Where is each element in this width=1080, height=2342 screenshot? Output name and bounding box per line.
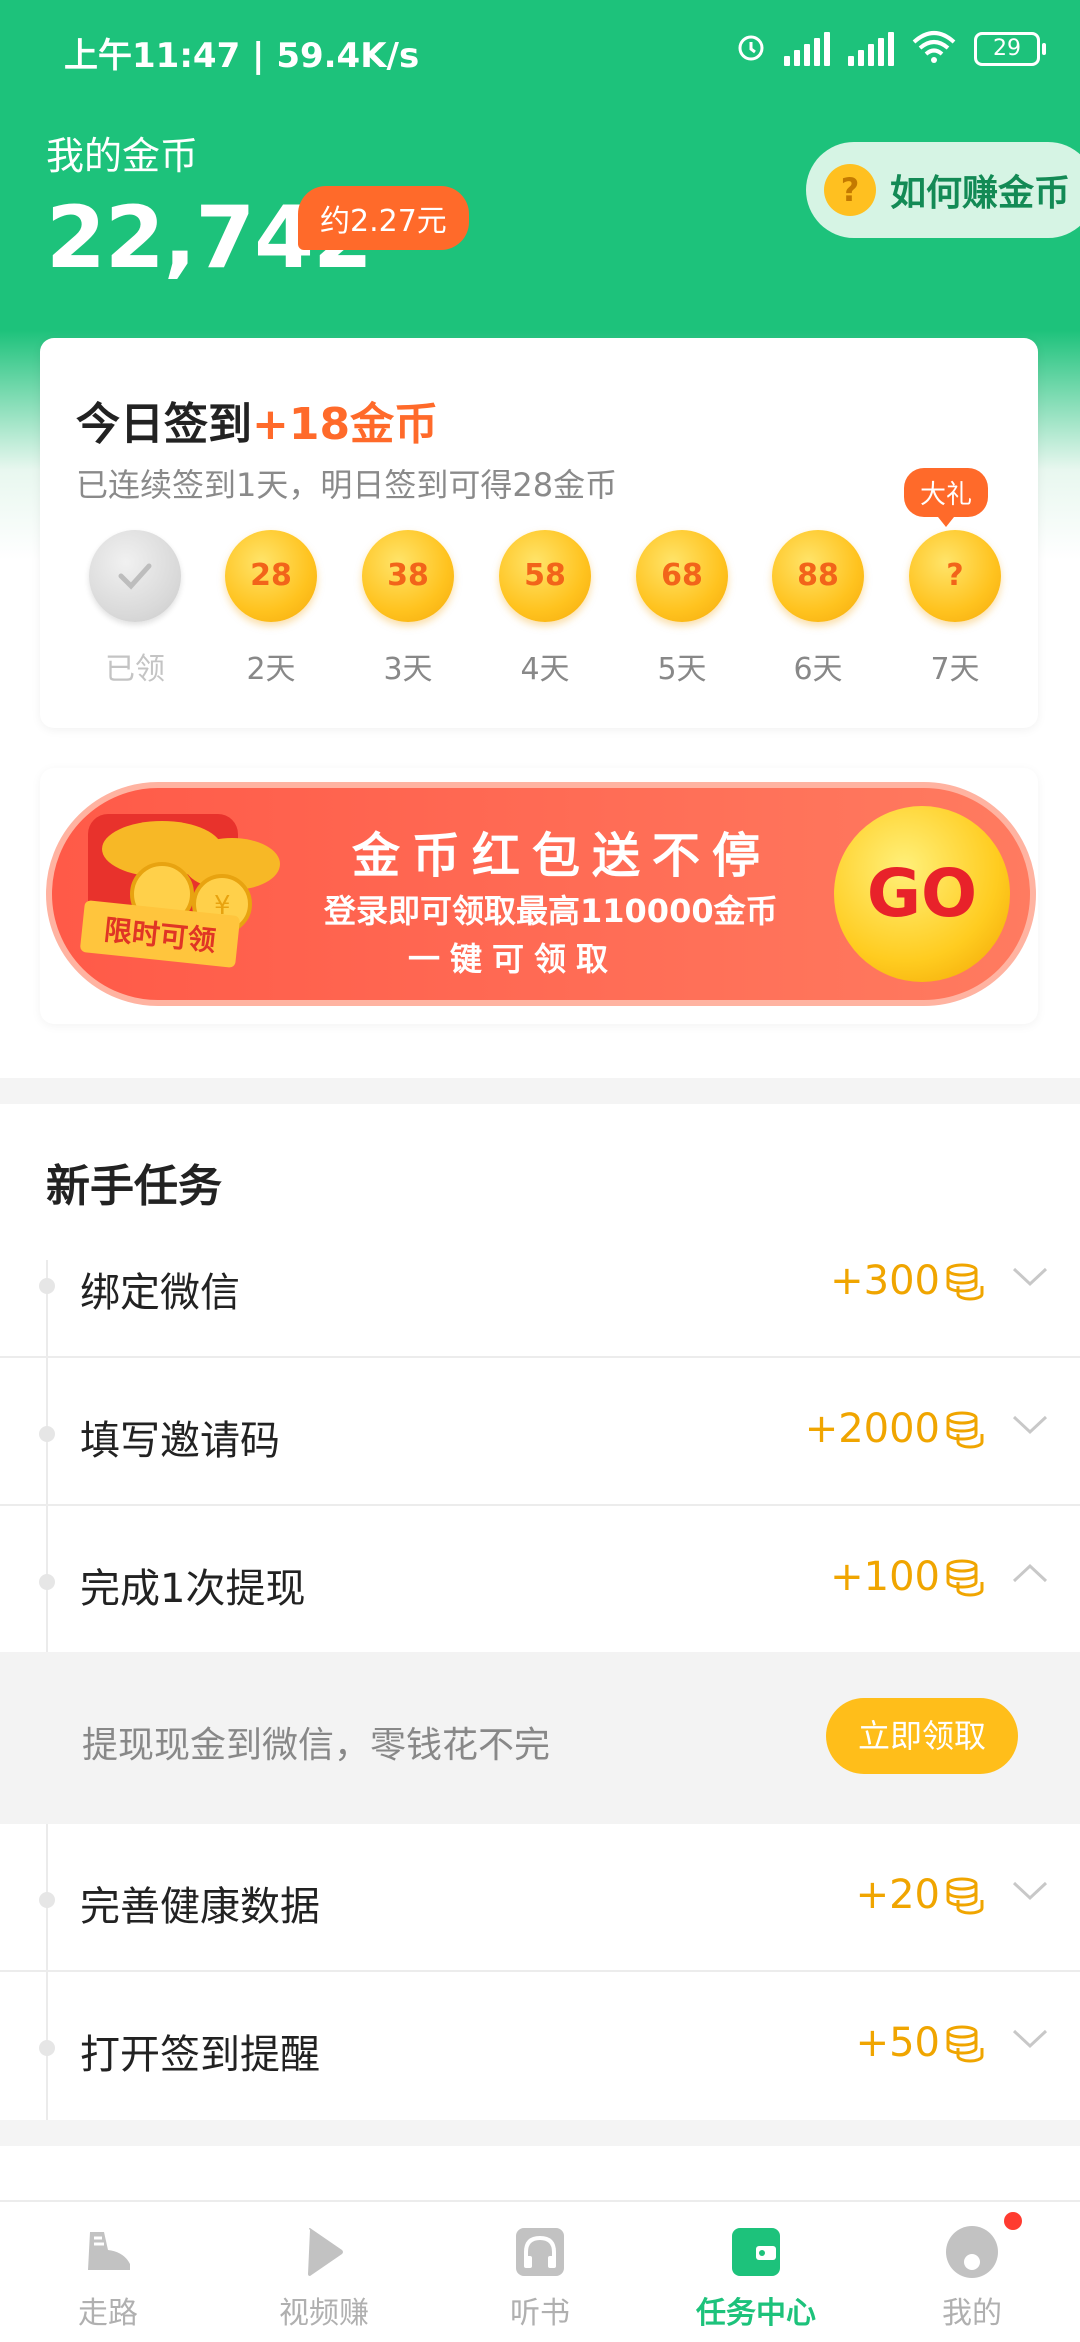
day-label: 4天 (520, 652, 570, 687)
day-coin: ? (909, 530, 1001, 622)
chevron-down-icon[interactable] (1012, 2028, 1048, 2054)
profile-icon (944, 2224, 1000, 2280)
coin-stack-icon (942, 1558, 986, 1602)
day-label: 已领 (105, 652, 165, 687)
signal-hd-icon (848, 32, 894, 66)
banner-title: 金币红包送不停 (352, 828, 773, 884)
tab-label: 视频赚 (279, 2296, 369, 2331)
shoe-icon (80, 2224, 136, 2280)
task-name: 绑定微信 (80, 1270, 240, 1316)
signin-bonus: +18金币 (252, 399, 439, 450)
signin-day-4: 58 4天 (490, 530, 600, 688)
claim-button[interactable]: 立即领取 (826, 1698, 1018, 1774)
task-row[interactable]: 打开签到提醒 +50 (0, 1972, 1080, 2120)
section-divider (0, 1078, 1080, 1104)
status-bar: 上午11:47 | 59.4K/s 29 (0, 0, 1080, 100)
timeline-dot (39, 1892, 55, 1908)
tab-task-center[interactable]: 任务中心 (648, 2224, 864, 2332)
task-reward: +20 (855, 1872, 940, 1918)
day-coin: 88 (772, 530, 864, 622)
headphones-icon (512, 2224, 568, 2280)
chevron-up-icon[interactable] (1012, 1562, 1048, 1588)
signin-day-6: 88 6天 (763, 530, 873, 688)
signin-subtitle: 已连续签到1天，明日签到可得28金币 (76, 466, 618, 504)
check-coin-icon (89, 530, 181, 622)
day-coin: 58 (499, 530, 591, 622)
day-label: 5天 (657, 652, 707, 687)
coin-stack-icon (942, 1410, 986, 1454)
chevron-down-icon[interactable] (1012, 1880, 1048, 1906)
day-label: 7天 (930, 652, 980, 687)
tab-label: 任务中心 (696, 2296, 816, 2331)
alarm-icon (736, 32, 766, 66)
banner-cta-text: 一键可领取 (408, 940, 619, 978)
how-to-earn-button[interactable]: ? 如何赚金币 (806, 142, 1080, 238)
coin-stack-icon (942, 1876, 986, 1920)
timeline-dot (39, 2040, 55, 2056)
tab-label: 我的 (942, 2296, 1002, 2331)
signin-days: 已领 28 2天 38 3天 58 4天 68 5天 88 6天 ? 7天 (80, 530, 1030, 700)
task-reward: +300 (830, 1258, 940, 1304)
section-divider (0, 2120, 1080, 2146)
task-name: 完成1次提现 (80, 1566, 306, 1612)
play-icon (296, 2224, 352, 2280)
tab-label: 听书 (510, 2296, 570, 2331)
tab-label: 走路 (78, 2296, 138, 2331)
go-button[interactable]: GO (834, 806, 1010, 982)
tab-audiobook[interactable]: 听书 (432, 2224, 648, 2332)
promo-banner[interactable]: ¥ 限时可领 金币红包送不停 登录即可领取最高110000金币 一键可领取 GO (46, 782, 1036, 1006)
signin-title-text: 今日签到 (76, 399, 252, 450)
task-row[interactable]: 填写邀请码 +2000 (0, 1358, 1080, 1506)
task-reward: +50 (855, 2020, 940, 2066)
how-to-earn-label: 如何赚金币 (890, 173, 1071, 214)
day-coin: 38 (362, 530, 454, 622)
signal-icon (784, 32, 830, 66)
task-reward: +100 (830, 1554, 940, 1600)
signin-day-7: ? 7天 (900, 530, 1010, 688)
day-label: 3天 (383, 652, 433, 687)
timeline-dot (39, 1574, 55, 1590)
banner-subtitle: 登录即可领取最高110000金币 (324, 892, 778, 930)
coin-stack-icon (942, 1262, 986, 1306)
task-description: 提现现金到微信，零钱花不完 (82, 1725, 551, 1766)
tab-video[interactable]: 视频赚 (216, 2224, 432, 2332)
question-coin-icon: ? (824, 164, 876, 216)
signin-card: 今日签到+18金币 已连续签到1天，明日签到可得28金币 大礼 已领 28 2天… (40, 338, 1038, 728)
coin-label: 我的金币 (46, 134, 199, 178)
notification-dot (1004, 2212, 1022, 2230)
timeline-dot (39, 1278, 55, 1294)
signin-day-2: 28 2天 (216, 530, 326, 688)
day-label: 2天 (246, 652, 296, 687)
day-coin: 68 (636, 530, 728, 622)
task-row[interactable]: 完善健康数据 +20 (0, 1824, 1080, 1972)
signin-day-1: 已领 (80, 530, 190, 688)
wifi-icon (912, 30, 956, 68)
task-name: 完善健康数据 (80, 1884, 320, 1930)
task-row[interactable]: 完成1次提现 +100 (0, 1506, 1080, 1654)
signin-day-5: 68 5天 (627, 530, 737, 688)
newbie-tasks-title: 新手任务 (46, 1161, 222, 1212)
bottom-tab-bar: 走路 视频赚 听书 任务中心 我的 (0, 2200, 1080, 2342)
wallet-icon (728, 2224, 784, 2280)
promo-banner-card: ¥ 限时可领 金币红包送不停 登录即可领取最高110000金币 一键可领取 GO (40, 768, 1038, 1024)
task-name: 填写邀请码 (80, 1418, 280, 1464)
task-reward: +2000 (804, 1406, 940, 1452)
timeline-dot (39, 1426, 55, 1442)
signin-day-3: 38 3天 (353, 530, 463, 688)
yuan-badge: 约2.27元 (298, 186, 469, 250)
chevron-down-icon[interactable] (1012, 1266, 1048, 1292)
task-row[interactable]: 绑定微信 +300 (0, 1210, 1080, 1358)
day-coin: 28 (225, 530, 317, 622)
gift-badge: 大礼 (904, 468, 989, 527)
coin-stack-icon (942, 2024, 986, 2068)
task-name: 打开签到提醒 (80, 2032, 320, 2078)
status-time-speed: 上午11:47 | 59.4K/s (64, 36, 420, 76)
tab-profile[interactable]: 我的 (864, 2224, 1080, 2332)
signin-title: 今日签到+18金币 (76, 388, 438, 452)
chevron-down-icon[interactable] (1012, 1414, 1048, 1440)
task-expanded-panel: 提现现金到微信，零钱花不完 立即领取 (0, 1652, 1080, 1824)
day-label: 6天 (793, 652, 843, 687)
tab-walk[interactable]: 走路 (0, 2224, 216, 2332)
battery-indicator: 29 (974, 32, 1046, 66)
